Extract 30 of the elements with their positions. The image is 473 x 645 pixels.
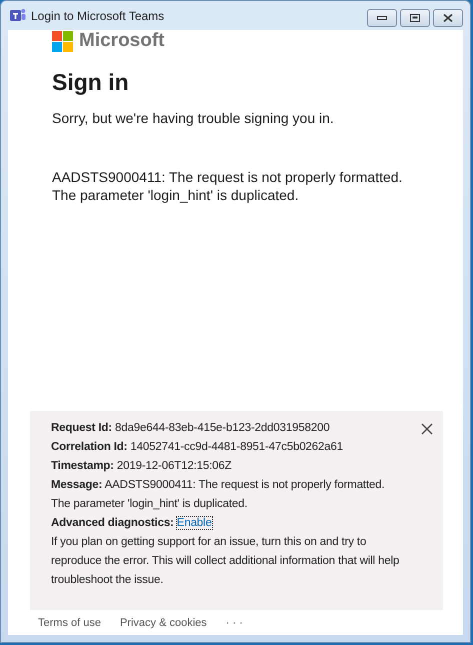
- more-button[interactable]: · · ·: [226, 617, 243, 629]
- subtitle: Sorry, but we're having trouble signing you in.: [52, 110, 335, 126]
- error-message: AADSTS9000411: The request is not properly formatted.: [52, 168, 404, 186]
- detail-value: 8da9e644-83eb-415e-b123-2dd031958200: [115, 422, 330, 434]
- help-text: If you plan on getting support for an issue, turn this on and try to reproduce the error. This will collect additional information that will help troubleshoot the issue.: [51, 535, 400, 588]
- minimize-button[interactable]: [367, 9, 397, 27]
- detail-value: 2019-12-06T12:15:06Z: [116, 460, 232, 472]
- detail-label: Request Id:: [51, 422, 112, 434]
- enable-link[interactable]: Enable: [176, 517, 212, 529]
- microsoft-logo-icon: [52, 30, 73, 52]
- detail-label: Message:: [51, 479, 102, 491]
- maximize-icon: [410, 14, 420, 22]
- detail-value: AADSTS9000411: The request is not properly formatted.: [104, 479, 385, 491]
- footer-link[interactable]: Privacy & cookies: [120, 617, 207, 629]
- maximize-button[interactable]: [400, 9, 430, 27]
- diagnostics-label: Advanced diagnostics:: [51, 517, 174, 529]
- detail-label: Timestamp:: [51, 460, 114, 472]
- detail-value: The parameter 'login_hint' is duplicated.: [51, 497, 248, 512]
- close-button[interactable]: [433, 9, 463, 27]
- close-icon: [443, 14, 453, 22]
- window-title: Login to Microsoft Teams: [31, 8, 164, 22]
- teams-icon: [10, 8, 26, 23]
- error-message: The parameter 'login_hint' is duplicated.: [52, 186, 300, 204]
- detail-label: Correlation Id:: [51, 441, 128, 453]
- close-icon[interactable]: [421, 423, 433, 435]
- footer-link[interactable]: Terms of use: [38, 617, 101, 629]
- minimize-icon: [377, 16, 387, 20]
- heading: Sign in: [52, 69, 130, 96]
- detail-value: 14052741-cc9d-4481-8951-47c5b0262a61: [130, 441, 344, 453]
- brand-name: Microsoft: [79, 30, 164, 52]
